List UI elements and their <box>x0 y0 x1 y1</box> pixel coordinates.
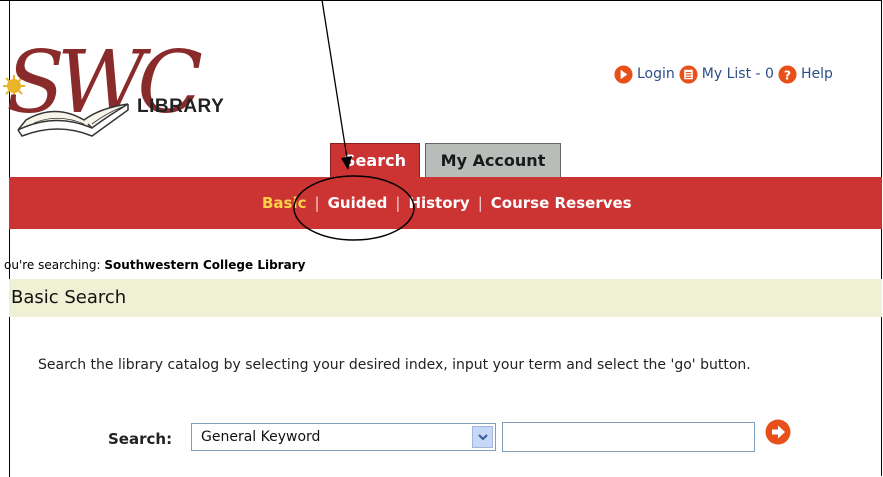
arrow-right-icon[interactable] <box>614 64 633 84</box>
subnav-basic[interactable]: Basic <box>262 194 307 212</box>
search-subnav-bar: Basic | Guided | History | Course Reserv… <box>9 177 882 229</box>
go-button[interactable] <box>765 419 791 445</box>
swc-logo-graphic: SWC <box>3 33 210 137</box>
searching-library-name: Southwestern College Library <box>104 258 306 272</box>
help-icon[interactable]: ? <box>778 64 797 84</box>
search-term-input[interactable] <box>502 422 755 452</box>
svg-text:?: ? <box>784 68 791 82</box>
search-index-value: General Keyword <box>201 429 321 445</box>
login-link[interactable]: Login <box>637 66 675 82</box>
search-index-select[interactable]: General Keyword <box>191 423 496 451</box>
my-list-link[interactable]: My List - 0 <box>702 66 774 82</box>
help-link[interactable]: Help <box>801 66 833 82</box>
page-title: Basic Search <box>11 287 127 308</box>
chevron-down-icon[interactable] <box>472 426 493 448</box>
subnav-guided[interactable]: Guided <box>328 194 388 212</box>
searching-context: ou're searching: Southwestern College Li… <box>4 258 305 272</box>
search-label: Search: <box>108 430 173 448</box>
list-icon[interactable] <box>679 64 698 84</box>
subnav-separator: | <box>395 194 401 212</box>
tab-my-account[interactable]: My Account <box>425 143 561 177</box>
library-wordmark: LIBRARY <box>137 96 225 117</box>
subnav-separator: | <box>314 194 320 212</box>
subnav-separator: | <box>477 194 483 212</box>
library-logo[interactable]: SWC LIBRARY <box>0 0 260 140</box>
search-subnav: Basic | Guided | History | Course Reserv… <box>262 194 632 212</box>
searching-prefix: ou're searching: <box>4 258 101 272</box>
subnav-course-reserves[interactable]: Course Reserves <box>491 194 632 212</box>
search-instructions: Search the library catalog by selecting … <box>38 357 751 373</box>
go-arrow-icon <box>765 419 791 445</box>
tab-search[interactable]: Search <box>330 143 420 177</box>
subnav-history[interactable]: History <box>408 194 469 212</box>
top-links: Login My List - 0 ? Help <box>614 62 837 86</box>
section-header: Basic Search <box>9 279 882 317</box>
